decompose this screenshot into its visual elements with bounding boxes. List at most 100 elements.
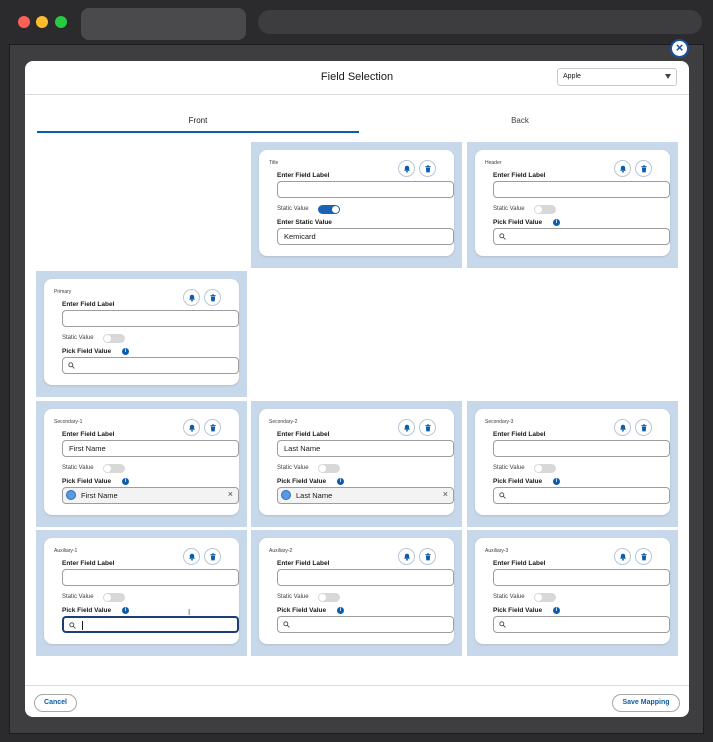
pick-field-input[interactable]: Last Name × — [277, 487, 454, 504]
static-value-toggle[interactable] — [534, 464, 556, 473]
delete-button[interactable] — [419, 160, 436, 177]
static-value-label: Static Value — [493, 206, 525, 212]
notify-button[interactable] — [614, 419, 631, 436]
toggle-knob — [319, 594, 326, 601]
static-value-toggle[interactable] — [103, 464, 125, 473]
field-label-input[interactable] — [493, 181, 670, 198]
toggle-knob — [332, 206, 339, 213]
field-label-input[interactable] — [62, 310, 239, 327]
clear-icon[interactable]: × — [443, 489, 448, 499]
field-card: Auxiliary-2 Enter Field Label Static Value… — [259, 538, 454, 644]
field-label-input[interactable]: Last Name — [277, 440, 454, 457]
delete-button[interactable] — [204, 548, 221, 565]
zone-title: Title Enter Field Label Static Value Enter … — [251, 142, 462, 268]
static-value-toggle[interactable] — [318, 464, 340, 473]
field-label-input[interactable] — [493, 569, 670, 586]
tab-back[interactable]: Back — [359, 111, 681, 133]
field-card: Auxiliary-3 Enter Field Label Static Value… — [475, 538, 670, 644]
info-icon[interactable]: i — [553, 607, 560, 614]
delete-button[interactable] — [635, 548, 652, 565]
info-icon[interactable]: i — [553, 478, 560, 485]
pick-field-search[interactable] — [62, 357, 239, 374]
pick-field-heading: Pick Field Value — [493, 607, 543, 614]
static-value-toggle[interactable] — [318, 593, 340, 602]
info-icon[interactable]: i — [337, 478, 344, 485]
pick-field-search[interactable] — [493, 487, 670, 504]
record-type-select[interactable]: Apple — [557, 68, 677, 86]
notify-button[interactable] — [183, 289, 200, 306]
delete-button[interactable] — [204, 419, 221, 436]
zone-header: Header Enter Field Label Static Value Pick … — [467, 142, 678, 268]
field-card: Header Enter Field Label Static Value Pick … — [475, 150, 670, 256]
toggle-knob — [319, 465, 326, 472]
static-value-toggle[interactable] — [534, 205, 556, 214]
delete-button[interactable] — [635, 419, 652, 436]
zone-secondary1: Secondary-1 Enter Field Label First Name St… — [36, 401, 247, 527]
close-window-button[interactable] — [18, 16, 30, 28]
info-icon[interactable]: i — [337, 607, 344, 614]
pick-field-input[interactable]: First Name × — [62, 487, 239, 504]
maximize-window-button[interactable] — [55, 16, 67, 28]
field-card: Secondary-1 Enter Field Label First Name St… — [44, 409, 239, 515]
pick-field-search[interactable] — [493, 616, 670, 633]
info-icon[interactable]: i — [553, 219, 560, 226]
field-card: Primary Enter Field Label Static Value Pick… — [44, 279, 239, 385]
notify-button[interactable] — [614, 160, 631, 177]
field-label-input[interactable]: First Name — [62, 440, 239, 457]
delete-button[interactable] — [419, 419, 436, 436]
notify-button[interactable] — [398, 160, 415, 177]
browser-tab[interactable] — [81, 8, 246, 40]
field-label-heading: Enter Field Label — [277, 172, 330, 179]
zone-auxiliary2: Auxiliary-2 Enter Field Label Static Value… — [251, 530, 462, 656]
field-label-input[interactable] — [277, 569, 454, 586]
zone-label: Header — [485, 160, 502, 166]
static-value-label: Static Value — [277, 206, 309, 212]
pick-field-search[interactable] — [277, 616, 454, 633]
static-value-toggle[interactable] — [318, 205, 340, 214]
field-label-heading: Enter Field Label — [62, 301, 115, 308]
notify-button[interactable] — [614, 548, 631, 565]
static-value-toggle[interactable] — [534, 593, 556, 602]
static-value-toggle[interactable] — [103, 593, 125, 602]
info-icon[interactable]: i — [122, 348, 129, 355]
pick-field-search[interactable] — [493, 228, 670, 245]
pick-field-search[interactable] — [62, 616, 239, 633]
field-label-input[interactable] — [277, 181, 454, 198]
field-label-heading: Enter Field Label — [493, 172, 546, 179]
static-value-text: Kemicard — [284, 232, 316, 241]
field-label-heading: Enter Field Label — [62, 560, 115, 567]
clear-icon[interactable]: × — [228, 489, 233, 499]
notify-button[interactable] — [183, 548, 200, 565]
field-card: Secondary-2 Enter Field Label Last Name Sta… — [259, 409, 454, 515]
delete-button[interactable] — [419, 548, 436, 565]
zone-label: Secondary-2 — [269, 419, 298, 425]
static-value-input[interactable]: Kemicard — [277, 228, 454, 245]
static-value-toggle[interactable] — [103, 334, 125, 343]
globe-icon — [66, 490, 76, 500]
field-label-heading: Enter Field Label — [277, 431, 330, 438]
delete-button[interactable] — [635, 160, 652, 177]
address-bar[interactable] — [258, 10, 702, 34]
zone-label: Auxiliary-2 — [269, 548, 293, 554]
delete-button[interactable] — [204, 289, 221, 306]
info-icon[interactable]: i — [122, 607, 129, 614]
tab-front[interactable]: Front — [37, 111, 359, 133]
save-mapping-button[interactable]: Save Mapping — [612, 694, 680, 712]
notify-button[interactable] — [398, 548, 415, 565]
zone-secondary2: Secondary-2 Enter Field Label Last Name Sta… — [251, 401, 462, 527]
minimize-window-button[interactable] — [36, 16, 48, 28]
zone-label: Secondary-3 — [485, 419, 514, 425]
zone-auxiliary3: Auxiliary-3 Enter Field Label Static Value… — [467, 530, 678, 656]
toggle-knob — [535, 206, 542, 213]
close-modal-icon[interactable]: × — [670, 39, 689, 58]
static-value-label: Static Value — [493, 465, 525, 471]
field-label-input[interactable] — [493, 440, 670, 457]
notify-button[interactable] — [398, 419, 415, 436]
notify-button[interactable] — [183, 419, 200, 436]
pick-field-value: First Name — [81, 491, 118, 500]
pick-field-heading: Pick Field Value — [493, 219, 543, 226]
info-icon[interactable]: i — [122, 478, 129, 485]
static-value-label: Static Value — [62, 465, 94, 471]
cancel-button[interactable]: Cancel — [34, 694, 77, 712]
field-label-input[interactable] — [62, 569, 239, 586]
